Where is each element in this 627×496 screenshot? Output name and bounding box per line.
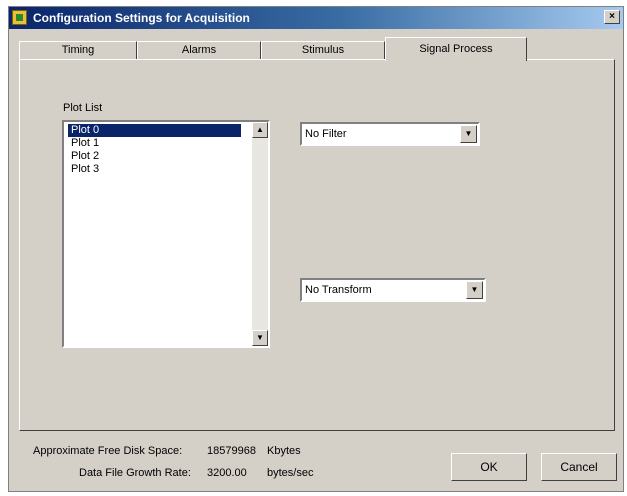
transform-select-value: No Transform xyxy=(305,284,372,296)
list-item[interactable]: Plot 3 xyxy=(68,163,103,176)
disk-space-value: 18579968 xyxy=(207,445,256,457)
filter-select[interactable]: No Filter ▼ xyxy=(300,122,480,146)
close-icon[interactable]: × xyxy=(604,10,620,24)
scroll-up-icon[interactable]: ▲ xyxy=(252,122,268,138)
growth-rate-value: 3200.00 xyxy=(207,467,247,479)
disk-space-unit: Kbytes xyxy=(267,445,301,457)
list-item[interactable]: Plot 0 xyxy=(68,124,241,137)
cancel-button[interactable]: Cancel xyxy=(541,453,617,481)
disk-space-label: Approximate Free Disk Space: xyxy=(33,445,183,457)
growth-rate-label: Data File Growth Rate: xyxy=(79,467,191,479)
tab-stimulus[interactable]: Stimulus xyxy=(261,41,385,59)
signal-process-panel: Plot List Plot 0 Plot 1 Plot 2 Plot 3 ▲ … xyxy=(19,59,615,431)
ok-button[interactable]: OK xyxy=(451,453,527,481)
chevron-down-icon[interactable]: ▼ xyxy=(466,281,483,299)
plot-list[interactable]: Plot 0 Plot 1 Plot 2 Plot 3 ▲ ▼ xyxy=(62,120,270,348)
tab-signal-process[interactable]: Signal Process xyxy=(385,37,527,61)
configuration-dialog: Configuration Settings for Acquisition ×… xyxy=(8,6,624,492)
tab-alarms[interactable]: Alarms xyxy=(137,41,261,59)
list-scrollbar[interactable]: ▲ ▼ xyxy=(252,122,268,346)
filter-select-value: No Filter xyxy=(305,128,347,140)
app-icon xyxy=(12,10,27,25)
plot-list-label: Plot List xyxy=(63,102,103,114)
window-title: Configuration Settings for Acquisition xyxy=(33,11,250,25)
scroll-down-icon[interactable]: ▼ xyxy=(252,330,268,346)
growth-rate-unit: bytes/sec xyxy=(267,467,314,479)
title-bar[interactable]: Configuration Settings for Acquisition × xyxy=(9,7,623,29)
list-item[interactable]: Plot 1 xyxy=(68,137,103,150)
list-item[interactable]: Plot 2 xyxy=(68,150,103,163)
transform-select[interactable]: No Transform ▼ xyxy=(300,278,486,302)
tab-timing[interactable]: Timing xyxy=(19,41,137,59)
chevron-down-icon[interactable]: ▼ xyxy=(460,125,477,143)
